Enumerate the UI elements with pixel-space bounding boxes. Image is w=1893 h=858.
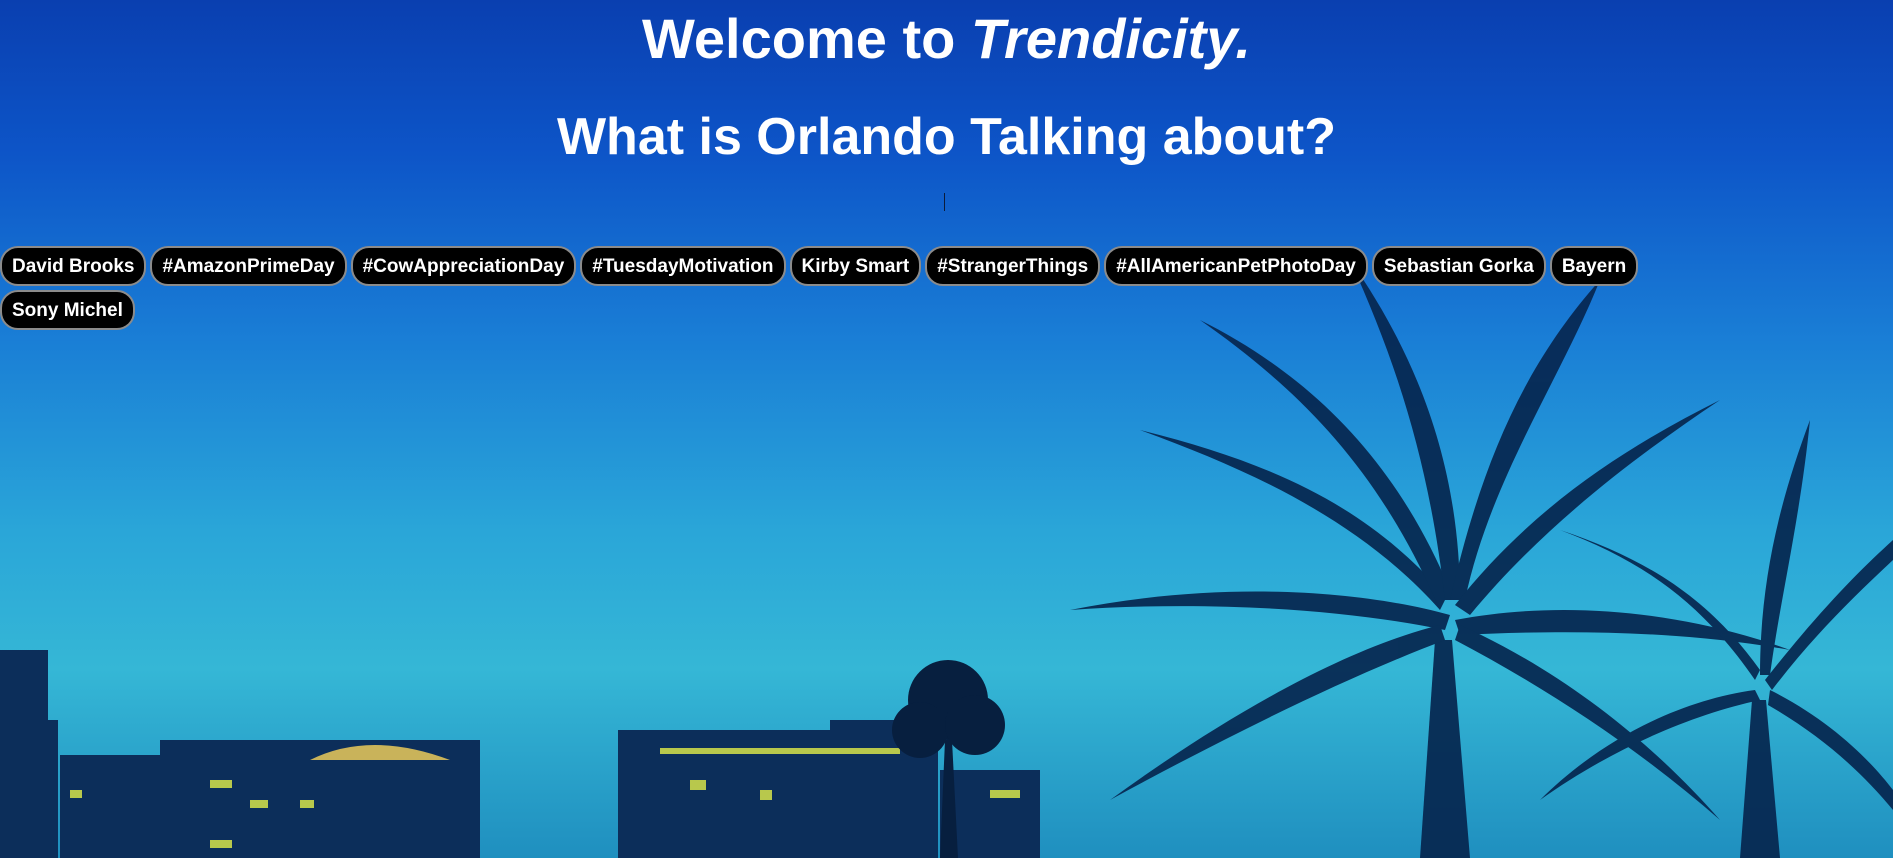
brand-name: Trendicity. bbox=[970, 7, 1251, 70]
text-cursor bbox=[944, 193, 945, 211]
trend-tag[interactable]: #TuesdayMotivation bbox=[580, 246, 786, 286]
main-content: Welcome to Trendicity. What is Orlando T… bbox=[0, 0, 1893, 167]
trend-tag[interactable]: Kirby Smart bbox=[789, 246, 922, 286]
trending-topics-list: David Brooks #AmazonPrimeDay #CowAppreci… bbox=[0, 246, 1760, 330]
welcome-heading: Welcome to Trendicity. bbox=[0, 0, 1893, 70]
trend-tag[interactable]: #AmazonPrimeDay bbox=[150, 246, 347, 286]
page-subtitle: What is Orlando Talking about? bbox=[556, 108, 1337, 166]
trend-tag[interactable]: #StrangerThings bbox=[925, 246, 1101, 286]
trend-tag[interactable]: Sony Michel bbox=[0, 290, 135, 330]
trend-tag[interactable]: Bayern bbox=[1549, 246, 1639, 286]
trend-tag[interactable]: #CowAppreciationDay bbox=[350, 246, 577, 286]
page: Welcome to Trendicity. What is Orlando T… bbox=[0, 0, 1893, 858]
trend-tag[interactable]: Sebastian Gorka bbox=[1371, 246, 1546, 286]
welcome-prefix: Welcome to bbox=[642, 7, 971, 70]
trend-tag[interactable]: David Brooks bbox=[0, 246, 147, 286]
trend-tag[interactable]: #AllAmericanPetPhotoDay bbox=[1104, 246, 1368, 286]
